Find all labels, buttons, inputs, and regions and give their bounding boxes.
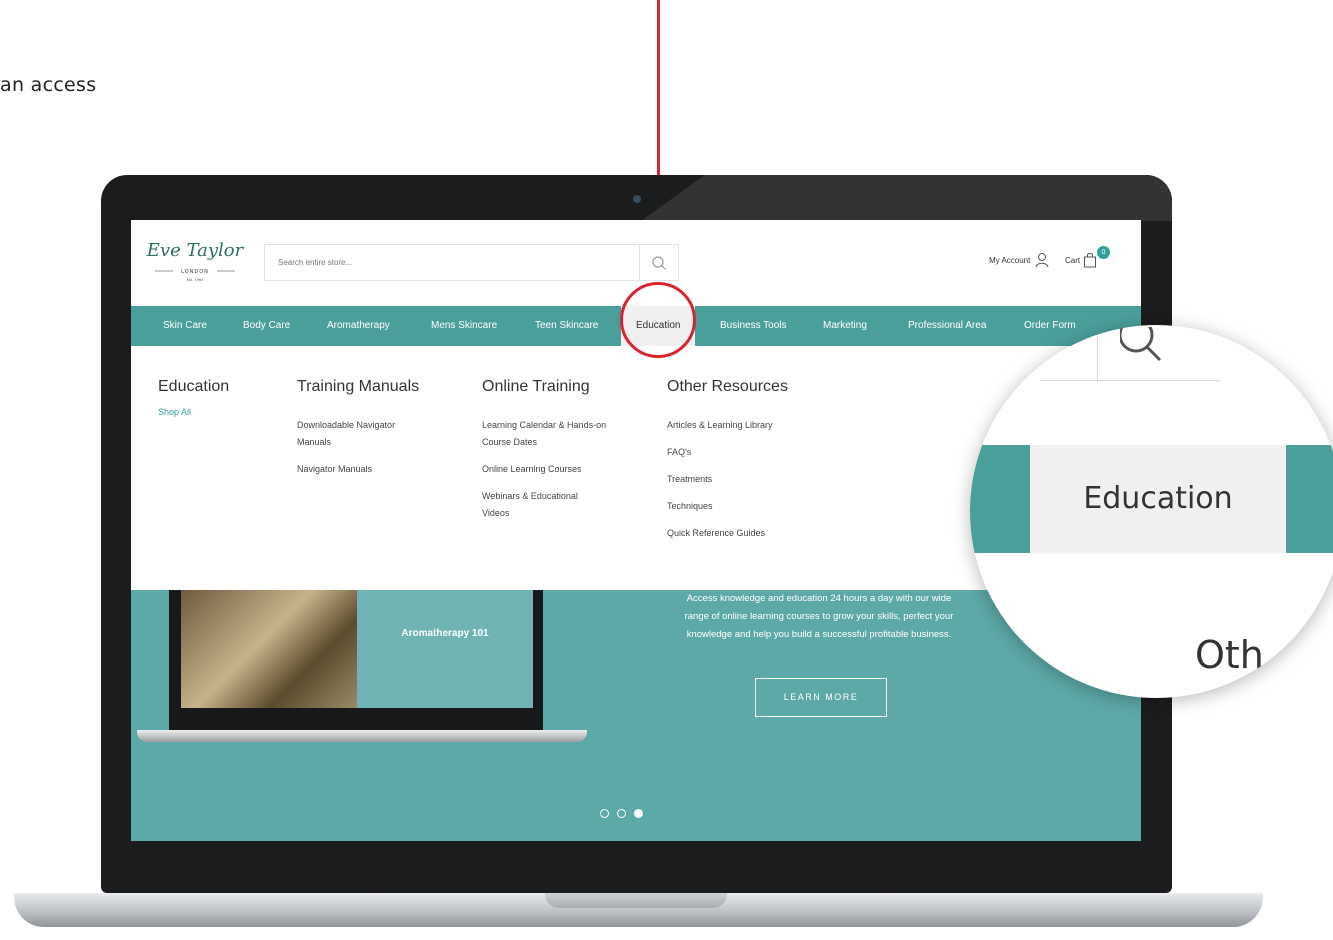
site-logo[interactable]: Eve Taylor LONDON Est. 1963 — [145, 228, 245, 288]
nav-item-aromatherapy[interactable]: Aromatherapy — [327, 306, 390, 346]
search-icon — [652, 255, 666, 270]
menu-link-faqs[interactable]: FAQ's — [667, 444, 827, 461]
nav-item-mens-skincare[interactable]: Mens Skincare — [431, 306, 497, 346]
other-resources-list: Articles & Learning Library FAQ's Treatm… — [667, 417, 827, 552]
menu-link-treatments[interactable]: Treatments — [667, 471, 827, 488]
carousel-dot-3[interactable] — [634, 809, 643, 818]
menu-link-webinars[interactable]: Webinars & Educational Videos — [482, 488, 600, 522]
menu-heading-online-training: Online Training — [482, 378, 590, 395]
carousel-dots — [600, 809, 643, 818]
cart-label: Cart — [1065, 255, 1081, 265]
training-manuals-list: Downloadable Navigator Manuals Navigator… — [297, 417, 427, 488]
logo-script: Eve Taylor — [146, 240, 245, 261]
nav-item-professional-area[interactable]: Professional Area — [908, 306, 986, 346]
magnified-search-icon — [1120, 327, 1162, 362]
menu-link-quick-reference-guides[interactable]: Quick Reference Guides — [667, 525, 827, 542]
menu-link-articles-library[interactable]: Articles & Learning Library — [667, 417, 827, 434]
search-box — [264, 244, 679, 281]
nav-item-teen-skincare[interactable]: Teen Skincare — [535, 306, 598, 346]
hero-laptop-image: Aromatherapy 101 — [169, 590, 543, 738]
magnified-search-separator — [1097, 325, 1098, 381]
education-highlight-ring — [620, 282, 696, 358]
menu-link-techniques[interactable]: Techniques — [667, 498, 827, 515]
logo-city: LONDON — [181, 269, 209, 275]
nav-item-skin-care[interactable]: Skin Care — [163, 306, 207, 346]
side-caption: an access — [0, 74, 97, 96]
hero-course-panel — [357, 590, 533, 708]
hero-laptop-base — [137, 730, 587, 742]
menu-heading-training-manuals: Training Manuals — [297, 378, 420, 395]
magnified-partial-heading: Oth — [1195, 633, 1264, 677]
nav-item-body-care[interactable]: Body Care — [243, 306, 290, 346]
nav-item-marketing[interactable]: Marketing — [823, 306, 867, 346]
zoom-magnifier: Education Oth — [970, 325, 1333, 698]
learn-more-button[interactable]: LEARN MORE — [755, 678, 887, 717]
logo-mark: Eve Taylor LONDON Est. 1963 — [146, 240, 245, 282]
hero-course-title: Aromatherapy 101 — [401, 628, 489, 639]
search-button[interactable] — [640, 245, 678, 280]
hero-description: Access knowledge and education 24 hours … — [684, 593, 954, 640]
hero-oil-bottles-photo — [181, 590, 357, 708]
nav-item-order-form[interactable]: Order Form — [1024, 306, 1076, 346]
menu-heading-education: Education — [158, 378, 230, 395]
shop-all-link[interactable]: Shop All — [158, 407, 191, 417]
cart-count-badge: 0 — [1097, 246, 1110, 259]
magnified-search-border — [1040, 380, 1220, 381]
laptop-base-notch — [545, 893, 727, 908]
camera-dot — [633, 195, 641, 203]
hero-banner: Aromatherapy 101 Access knowledge and ed… — [131, 590, 1141, 841]
online-training-list: Learning Calendar & Hands-on Course Date… — [482, 417, 622, 532]
carousel-dot-1[interactable] — [600, 809, 609, 818]
carousel-dot-2[interactable] — [617, 809, 626, 818]
user-icon — [1035, 253, 1049, 268]
lid-sheen — [641, 175, 1172, 221]
logo-est: Est. 1963 — [187, 278, 204, 282]
menu-link-learning-calendar[interactable]: Learning Calendar & Hands-on Course Date… — [482, 417, 622, 451]
shopping-bag-icon — [1084, 253, 1097, 268]
menu-heading-other-resources: Other Resources — [667, 378, 788, 395]
menu-link-downloadable-navigator-manuals[interactable]: Downloadable Navigator Manuals — [297, 417, 427, 451]
my-account-link[interactable]: My Account — [989, 252, 1049, 268]
menu-link-online-learning-courses[interactable]: Online Learning Courses — [482, 461, 622, 478]
nav-item-business-tools[interactable]: Business Tools — [720, 306, 787, 346]
search-input[interactable] — [265, 245, 640, 280]
menu-link-navigator-manuals[interactable]: Navigator Manuals — [297, 461, 427, 478]
my-account-label: My Account — [989, 255, 1031, 265]
cart-link[interactable]: Cart — [1065, 252, 1097, 268]
magnified-education-tab: Education — [1030, 445, 1286, 553]
